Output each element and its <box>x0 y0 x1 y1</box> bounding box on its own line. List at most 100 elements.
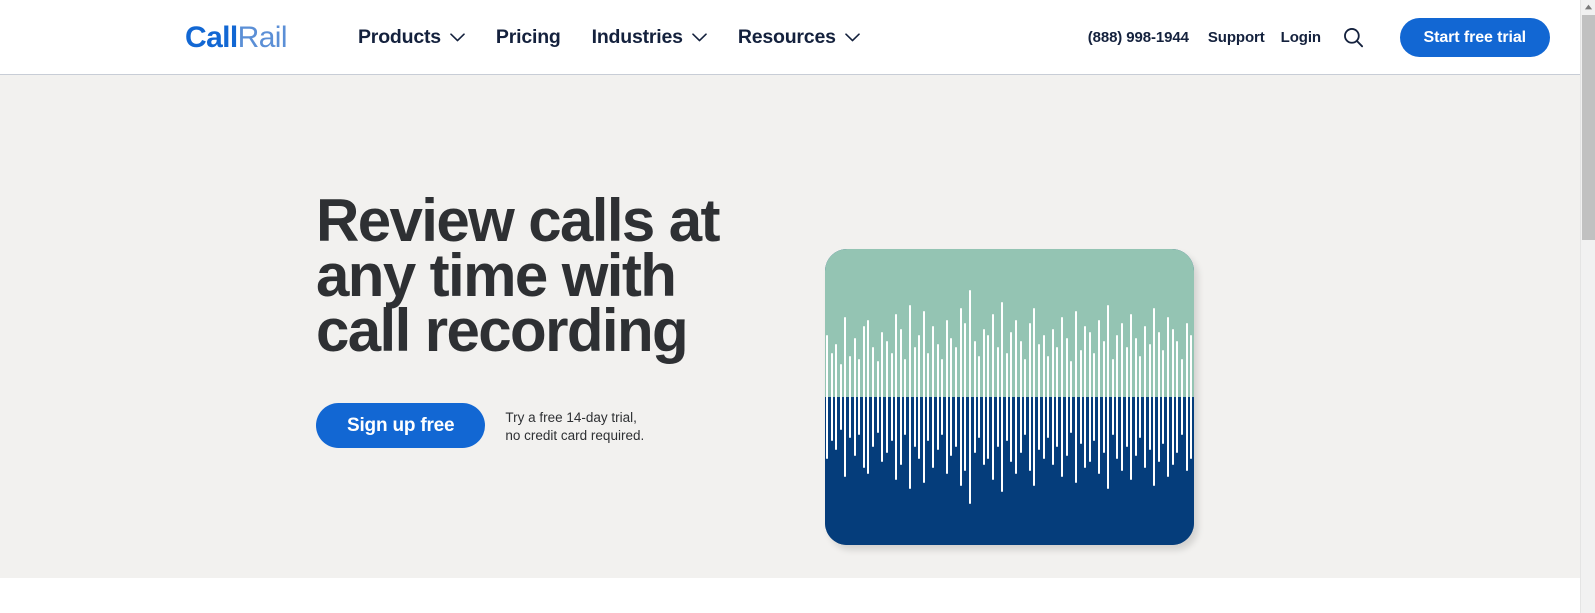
waveform-bar <box>1074 311 1077 483</box>
waveform-bar <box>1056 346 1059 448</box>
logo-text-secondary: Rail <box>237 21 288 54</box>
page-scrollbar[interactable] <box>1580 0 1595 613</box>
waveform-bar <box>1001 302 1004 492</box>
waveform-bar <box>1121 323 1123 471</box>
waveform-bar <box>964 323 967 471</box>
waveform-bar <box>1014 320 1017 474</box>
nav-item-products[interactable]: Products <box>358 24 465 50</box>
scrollbar-thumb[interactable] <box>1582 15 1595 240</box>
waveform-bar <box>872 346 875 448</box>
waveform-bar <box>1024 358 1027 436</box>
waveform-bar <box>1070 361 1073 433</box>
hero-cta-row: Sign up free Try a free 14-day trial, no… <box>316 403 644 448</box>
search-icon[interactable] <box>1341 25 1365 49</box>
waveform-bar <box>982 328 985 466</box>
waveform-bar <box>1148 343 1151 451</box>
waveform-bar <box>1171 328 1174 466</box>
waveform-bar <box>1038 343 1041 451</box>
page-viewport: CallRail Products Pricing Industries Res… <box>0 0 1580 613</box>
waveform-bar <box>941 358 944 436</box>
waveform-bar <box>1051 328 1054 466</box>
waveform-bar <box>858 358 861 436</box>
chevron-down-icon <box>844 32 860 42</box>
waveform-bar <box>1125 346 1128 448</box>
header-inner: CallRail Products Pricing Industries Res… <box>0 0 1580 74</box>
waveform-bar <box>1097 320 1100 474</box>
nav-item-industries-label: Industries <box>591 26 683 48</box>
waveform-bar <box>1116 334 1119 460</box>
waveform-bar <box>895 314 898 480</box>
waveform-bar <box>1028 323 1031 471</box>
waveform-bar <box>1167 317 1170 477</box>
waveform-bar <box>867 320 870 474</box>
waveform-bar <box>996 346 999 448</box>
waveform-bar <box>1157 331 1160 463</box>
waveform-bar <box>1176 340 1179 454</box>
waveform-bar <box>826 334 828 460</box>
chevron-down-icon <box>692 32 707 42</box>
waveform-bar <box>1153 308 1156 486</box>
waveform-bar <box>830 352 833 442</box>
hero-media-card <box>825 249 1194 545</box>
waveform-bar <box>908 305 911 489</box>
waveform-bar <box>881 331 884 463</box>
waveform-bar <box>968 290 971 504</box>
sign-up-free-button[interactable]: Sign up free <box>316 403 486 448</box>
waveform-bar <box>844 317 847 477</box>
utility-navigation: (888) 998-1944 Support Login <box>1088 26 1365 49</box>
waveform-bar <box>849 355 852 439</box>
waveform-bar <box>932 325 935 469</box>
waveform-bar <box>885 340 888 454</box>
waveform-bar <box>876 361 879 433</box>
waveform-bar <box>1065 337 1068 457</box>
waveform-bar <box>1162 349 1165 445</box>
waveform-bar <box>927 352 930 442</box>
waveform-bar <box>1190 334 1193 460</box>
waveform-bar <box>1010 331 1013 463</box>
waveform-bar <box>1088 331 1091 463</box>
waveform-bar <box>991 314 994 480</box>
waveform-bar <box>1033 308 1036 486</box>
waveform-bar <box>839 364 842 430</box>
waveform-bar <box>936 343 939 451</box>
start-free-trial-button[interactable]: Start free trial <box>1399 18 1550 57</box>
waveform-bar <box>1134 337 1137 457</box>
trial-disclaimer-text: Try a free 14-day trial, no credit card … <box>505 410 645 443</box>
waveform-bar <box>1111 358 1114 436</box>
waveform-bar <box>1047 355 1050 439</box>
support-link[interactable]: Support <box>1208 27 1265 49</box>
waveform-bar <box>862 325 865 469</box>
waveform-bar <box>899 328 902 466</box>
waveform-bar <box>945 320 948 474</box>
waveform-bar <box>959 308 962 486</box>
waveform-bar <box>973 340 976 454</box>
login-link[interactable]: Login <box>1281 27 1321 49</box>
phone-number-link[interactable]: (888) 998-1944 <box>1088 27 1189 49</box>
site-header: CallRail Products Pricing Industries Res… <box>0 0 1580 75</box>
callrail-logo[interactable]: CallRail <box>185 20 288 56</box>
waveform-bar <box>918 334 921 460</box>
waveform-bar <box>1144 325 1147 469</box>
nav-item-industries[interactable]: Industries <box>592 24 707 50</box>
next-section <box>0 578 1580 613</box>
waveform-bar <box>1079 349 1082 445</box>
waveform-bar <box>913 346 916 448</box>
waveform-bar <box>1102 340 1105 454</box>
hero-copy: Review calls at any time with call recor… <box>316 191 746 361</box>
waveform-bar <box>950 337 953 457</box>
nav-item-pricing-label: Pricing <box>495 26 561 48</box>
chevron-down-icon <box>450 32 465 42</box>
waveform-bar <box>835 343 838 451</box>
waveform-bar <box>1180 358 1183 436</box>
hero-section: Review calls at any time with call recor… <box>0 75 1580 578</box>
waveform-bar <box>1093 352 1096 442</box>
waveform-bar <box>1130 314 1133 480</box>
waveform-bar <box>978 355 981 439</box>
waveform-bar <box>1061 317 1064 477</box>
scroll-up-arrow-icon[interactable] <box>1581 0 1595 14</box>
nav-item-pricing[interactable]: Pricing <box>496 24 561 50</box>
nav-item-resources[interactable]: Resources <box>738 24 860 50</box>
waveform-bar <box>1019 340 1022 454</box>
waveform-bar <box>1107 305 1110 489</box>
logo-text-primary: Call <box>185 21 238 54</box>
